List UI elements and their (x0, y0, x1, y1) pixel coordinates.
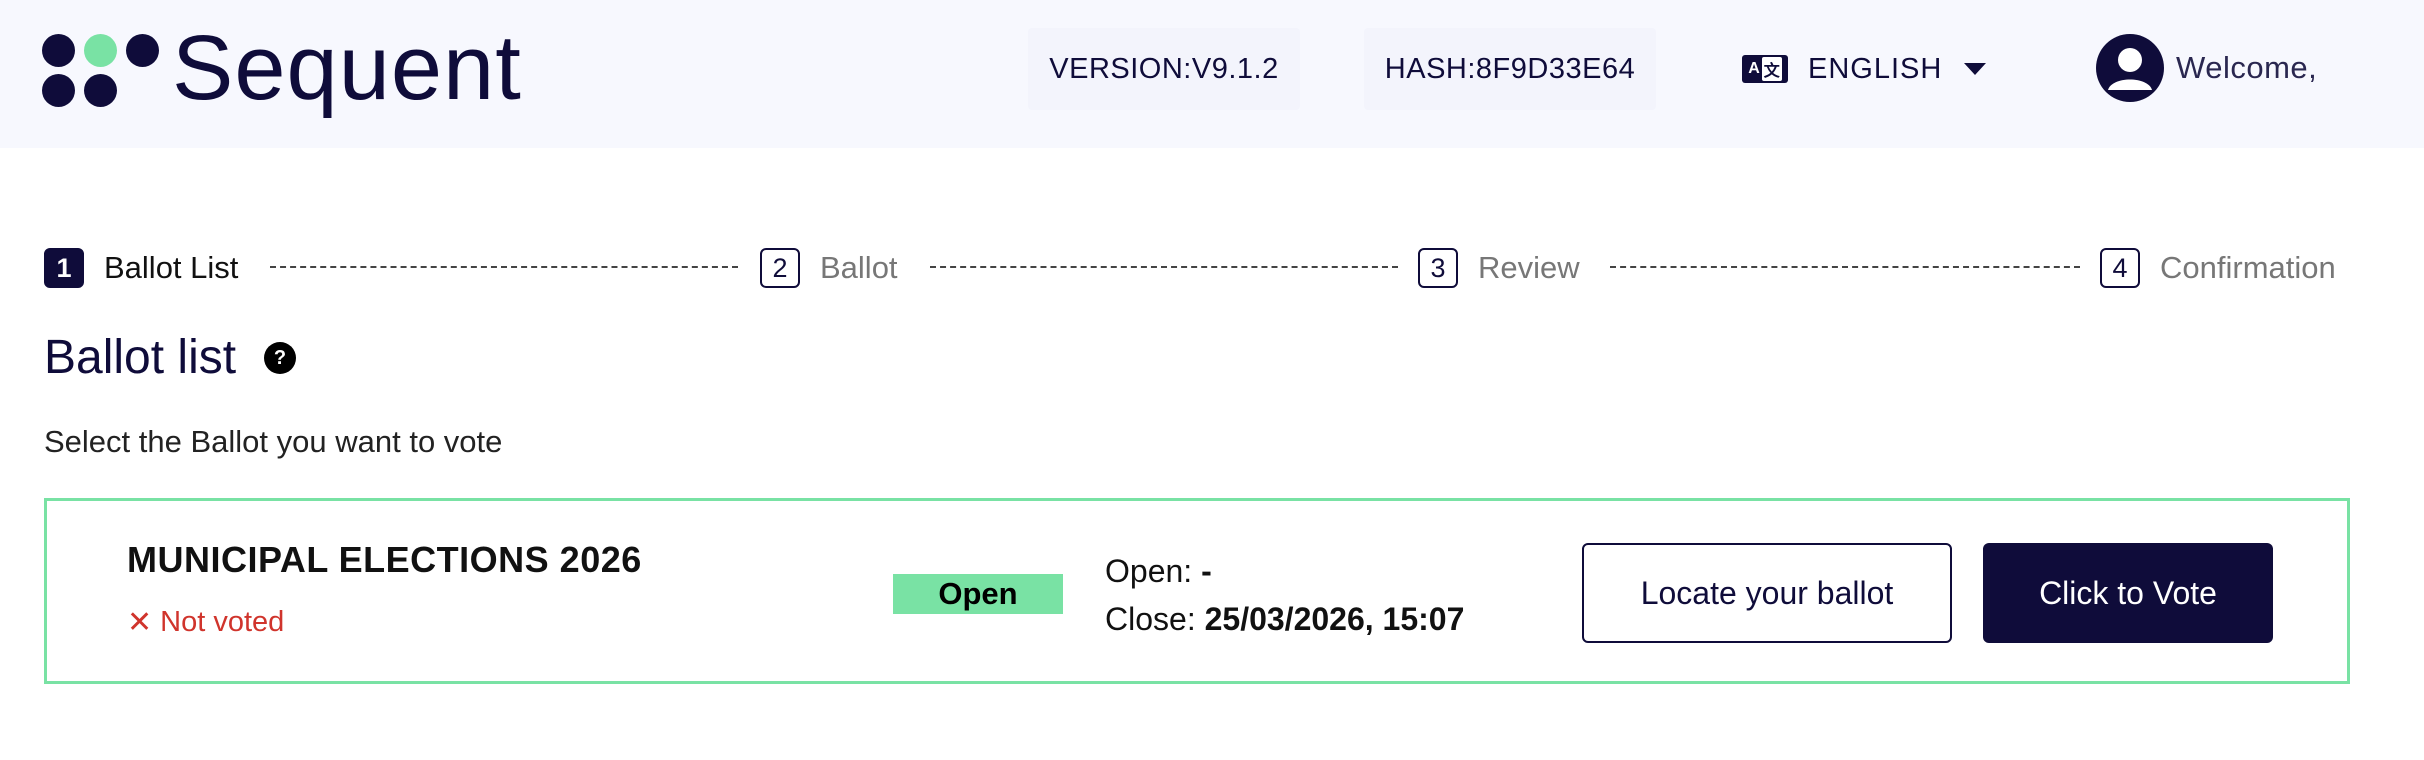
step-label: Ballot (820, 250, 898, 285)
step-label: Confirmation (2160, 250, 2336, 285)
open-date-row: Open: - (1105, 547, 1464, 595)
step-number: 3 (1418, 248, 1458, 288)
step-confirmation: 4 Confirmation (2100, 246, 2336, 290)
ballot-dates: Open: - Close: 25/03/2026, 15:07 (1105, 547, 1464, 643)
vote-status: ✕ Not voted (127, 605, 284, 640)
translate-icon: A文 (1742, 55, 1788, 83)
user-menu[interactable]: Welcome, (2096, 34, 2317, 102)
close-icon: ✕ (127, 606, 153, 639)
app-header: Sequent VERSION:V9.1.2 HASH:8F9D33E64 A文… (0, 0, 2424, 148)
close-date-row: Close: 25/03/2026, 15:07 (1105, 595, 1464, 643)
ballot-title: MUNICIPAL ELECTIONS 2026 (127, 539, 642, 580)
click-to-vote-button[interactable]: Click to Vote (1983, 543, 2273, 643)
close-date-value: 25/03/2026, 15:07 (1204, 601, 1465, 637)
open-date-label: Open: (1105, 553, 1193, 589)
step-number: 4 (2100, 248, 2140, 288)
user-avatar-icon (2096, 34, 2164, 102)
vote-status-text: Not voted (160, 606, 285, 638)
page-subtitle: Select the Ballot you want to vote (44, 424, 503, 459)
welcome-text: Welcome, (2176, 50, 2318, 85)
status-badge: Open (893, 574, 1063, 614)
hash-label: HASH:8F9D33E64 (1364, 28, 1656, 110)
sequent-logo[interactable]: Sequent (42, 18, 521, 118)
step-label: Review (1478, 250, 1580, 285)
ballot-card: MUNICIPAL ELECTIONS 2026 ✕ Not voted Ope… (44, 498, 2350, 684)
step-label: Ballot List (104, 250, 239, 285)
language-selector[interactable]: A文 ENGLISH (1742, 28, 1987, 110)
step-ballot: 2 Ballot (760, 246, 898, 290)
step-connector (930, 266, 1398, 268)
open-date-value: - (1201, 553, 1212, 589)
close-date-label: Close: (1105, 601, 1196, 637)
step-connector (1610, 266, 2080, 268)
step-number: 1 (44, 248, 84, 288)
logo-text: Sequent (172, 17, 522, 119)
caret-down-icon (1964, 63, 1987, 75)
language-label: ENGLISH (1808, 52, 1943, 85)
help-icon[interactable]: ? (264, 342, 296, 374)
version-label: VERSION:V9.1.2 (1028, 28, 1300, 110)
step-ballot-list: 1 Ballot List (44, 246, 238, 290)
logo-dots-icon (42, 30, 162, 107)
step-number: 2 (760, 248, 800, 288)
step-review: 3 Review (1418, 246, 1580, 290)
page-title: Ballot list (44, 331, 237, 384)
step-connector (270, 266, 738, 268)
locate-ballot-button[interactable]: Locate your ballot (1582, 543, 1952, 643)
